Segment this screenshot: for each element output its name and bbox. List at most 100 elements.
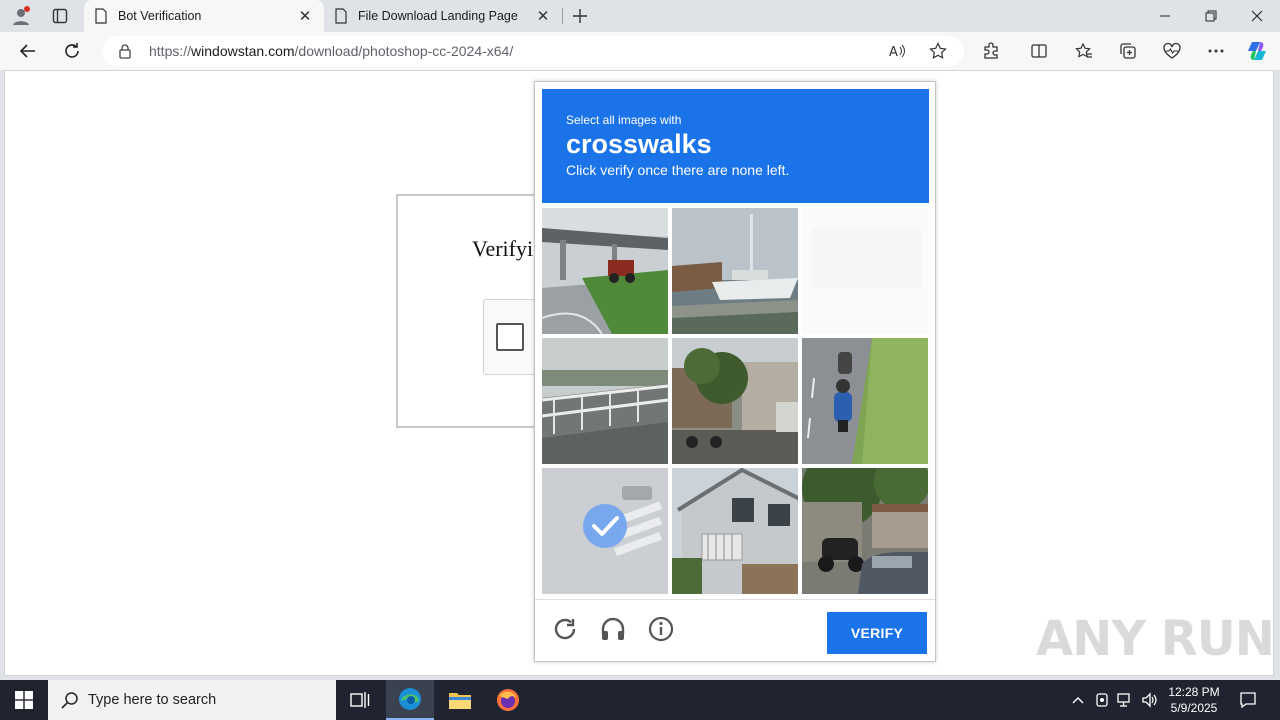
minimize-icon [1160,15,1170,17]
folder-icon [449,693,471,709]
tab-title: File Download Landing Page [358,9,518,23]
system-clock[interactable]: 12:28 PM 5/9/2025 [1160,684,1228,716]
collections-button[interactable] [1114,38,1142,64]
page-icon [95,8,107,24]
network-button[interactable] [1116,690,1136,710]
windows-logo-icon [15,691,33,709]
close-tab-icon[interactable]: ✕ [296,7,314,25]
browser-essentials-button[interactable] [1158,38,1186,64]
tab-title: Bot Verification [118,9,202,23]
show-hidden-icons-button[interactable] [1068,690,1088,710]
minimize-button[interactable] [1142,0,1188,32]
restore-icon [1205,10,1217,22]
taskbar: Type here to search 12:28 PM 5/9/2025 [0,680,1280,720]
tab-bot-verification[interactable]: Bot Verification ✕ [84,0,324,32]
profile-icon [13,6,30,25]
favorites-star-icon [1075,42,1092,58]
captcha-tile-8[interactable] [672,468,798,594]
new-tab-button[interactable] [568,4,592,28]
captcha-tile-4[interactable] [542,338,668,464]
captcha-tile-9[interactable] [802,468,928,594]
taskbar-edge[interactable] [386,680,434,720]
restore-button[interactable] [1188,0,1234,32]
edge-icon [399,688,421,710]
lock-icon[interactable] [118,43,132,59]
task-view-icon [350,692,370,708]
captcha-image-grid [542,208,930,596]
taskbar-file-explorer[interactable] [436,680,484,720]
extensions-button[interactable] [977,38,1005,64]
address-bar[interactable]: https://windowstan.com/download/photosho… [102,36,964,66]
captcha-footer: VERIFY [535,599,935,661]
captcha-tile-3[interactable] [802,208,928,334]
device-icon [1096,693,1108,707]
split-screen-button[interactable] [1025,38,1053,64]
collections-icon [1120,43,1136,59]
refresh-icon [65,43,79,58]
firefox-icon [497,689,519,711]
search-icon [61,692,78,709]
headphones-icon [601,617,625,640]
back-button[interactable] [14,38,42,64]
close-window-button[interactable] [1234,0,1280,32]
audio-challenge-button[interactable] [598,614,628,644]
volume-icon [1142,692,1157,708]
refresh-button[interactable] [58,38,86,64]
tab-divider [562,8,563,24]
back-arrow-icon [19,44,35,58]
captcha-tile-6[interactable] [802,338,928,464]
tab-bar: Bot Verification ✕ File Download Landing… [0,0,1280,32]
profile-button[interactable] [6,4,36,28]
info-button[interactable] [646,614,676,644]
captcha-tile-7[interactable] [542,468,668,594]
anyrun-watermark: ANY RUN [1036,606,1275,672]
captcha-tile-1[interactable] [542,208,668,334]
close-tab-icon[interactable]: ✕ [534,7,552,25]
read-aloud-icon[interactable]: A [888,41,908,61]
svg-text:A: A [889,45,898,59]
volume-button[interactable] [1140,690,1160,710]
tab-actions-button[interactable] [45,4,75,28]
clock-time: 12:28 PM [1168,685,1220,699]
captcha-checkbox[interactable] [496,323,524,351]
chevron-up-icon [1072,697,1084,704]
verification-heading: Verifyi [472,236,534,261]
start-button[interactable] [0,680,48,720]
tab-file-download[interactable]: File Download Landing Page ✕ [324,0,562,32]
clock-date: 5/9/2025 [1170,701,1218,715]
captcha-challenge: Select all images with crosswalks Click … [534,81,936,662]
split-screen-icon [1031,44,1047,58]
watermark-text: ANY RUN [1036,611,1275,667]
reload-icon [554,618,576,640]
task-view-button[interactable] [336,680,384,720]
captcha-target: crosswalks [566,129,712,159]
notification-icon [1240,692,1256,709]
settings-more-button[interactable] [1202,38,1230,64]
browser-toolbar: https://windowstan.com/download/photosho… [0,32,1280,70]
notifications-button[interactable] [1238,690,1258,710]
heart-pulse-icon [1163,42,1181,59]
tab-actions-icon [52,8,68,24]
captcha-tile-2[interactable] [672,208,798,334]
search-placeholder: Type here to search [88,692,217,708]
plus-icon [573,9,587,23]
copilot-button[interactable] [1243,38,1271,64]
captcha-instruction: Select all images with [566,113,682,127]
taskbar-firefox[interactable] [484,680,532,720]
page-icon [335,8,347,24]
network-icon [1117,693,1130,707]
taskbar-search-box[interactable]: Type here to search [48,680,336,720]
more-dots-icon [1208,49,1224,53]
copilot-icon [1248,42,1266,60]
captcha-header: Select all images with crosswalks Click … [542,89,929,203]
captcha-tile-5[interactable] [672,338,798,464]
favorites-button[interactable] [1070,38,1098,64]
url-text[interactable]: https://windowstan.com/download/photosho… [149,43,513,59]
favorite-star-icon[interactable] [928,41,948,61]
close-icon [1251,10,1263,22]
puzzle-icon [984,42,998,59]
captcha-hint: Click verify once there are none left. [566,162,790,178]
reload-challenge-button[interactable] [550,614,580,644]
tray-app-icon[interactable] [1092,690,1112,710]
verify-button[interactable]: VERIFY [827,612,927,654]
